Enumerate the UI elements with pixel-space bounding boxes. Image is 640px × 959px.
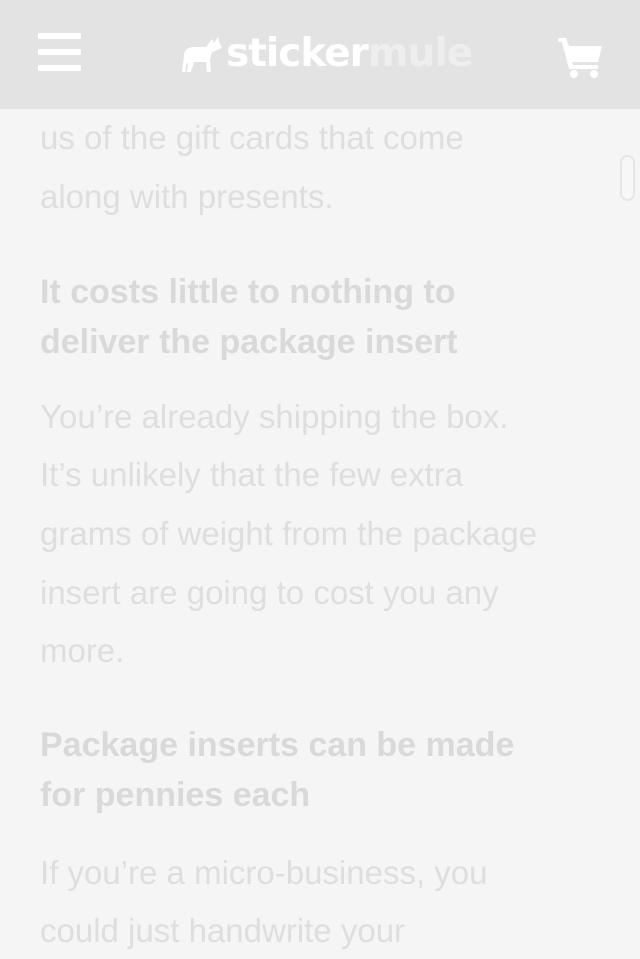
section-heading: It costs little to nothing to	[40, 273, 456, 311]
article-text-line: insert are going to cost you any	[40, 574, 499, 611]
article-text-line: It’s unlikely that the few extra	[40, 456, 464, 493]
article-text-line: more.	[40, 632, 125, 669]
article-text-line: along with presents.	[40, 178, 334, 215]
article-text-line: If you’re a micro-business, you	[40, 854, 488, 891]
page: us of the gift cards that come along wit…	[0, 0, 640, 959]
shopping-cart-icon[interactable]	[556, 34, 604, 78]
section-heading: for pennies each	[40, 776, 311, 814]
article-text-line: grams of weight from the package	[40, 515, 538, 552]
article-text-line: You’re already shipping the box.	[40, 398, 509, 435]
scrollbar-thumb[interactable]	[620, 155, 635, 201]
article-text-line: us of the gift cards that come	[40, 119, 464, 156]
mule-logo-icon	[182, 37, 222, 72]
section-heading: deliver the package insert	[40, 323, 458, 361]
article-text-line: could just handwrite your	[40, 912, 406, 949]
stickermule-logo[interactable]: stickermule	[178, 30, 473, 78]
section-heading: Package inserts can be made	[40, 726, 515, 764]
logo-text-mule: mule	[367, 31, 473, 76]
top-header: stickermule	[0, 0, 640, 109]
logo-text: stickermule	[226, 30, 473, 78]
hamburger-menu-icon[interactable]	[38, 33, 81, 71]
logo-text-sticker: sticker	[226, 31, 369, 76]
